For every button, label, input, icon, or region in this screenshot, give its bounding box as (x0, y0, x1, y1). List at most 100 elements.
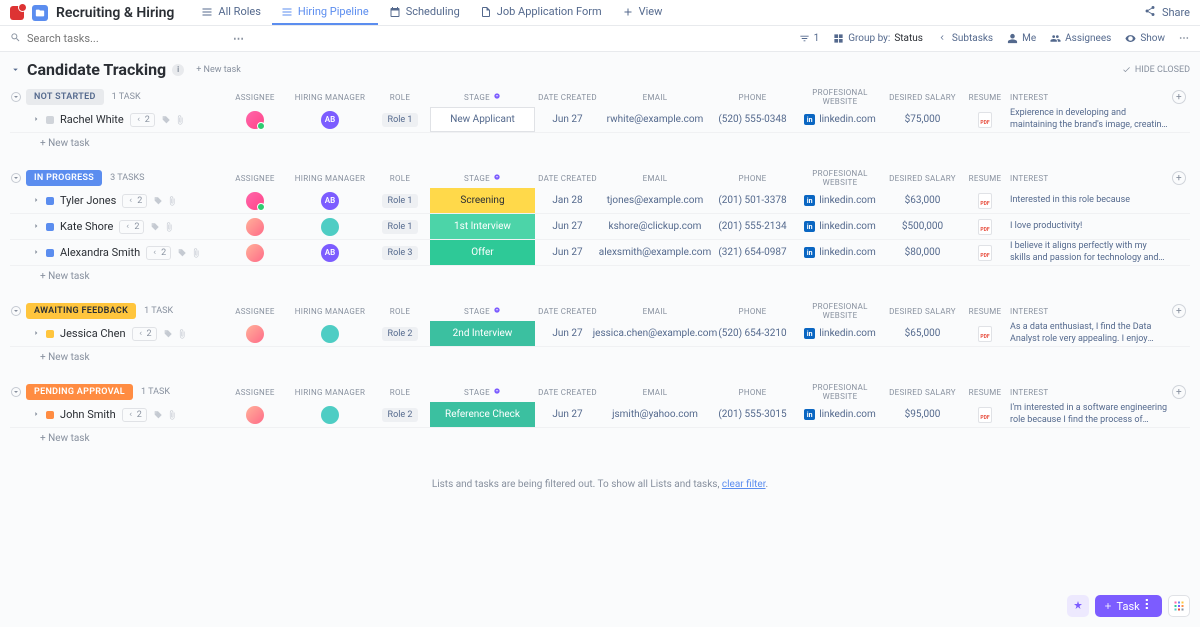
search-options-icon[interactable]: ⋯ (233, 32, 245, 45)
subtask-count[interactable]: 2 (122, 194, 147, 208)
tag-icon[interactable] (161, 115, 171, 125)
subtasks-button[interactable]: Subtasks (937, 33, 993, 44)
hide-closed-button[interactable]: HIDE CLOSED (1122, 65, 1190, 75)
cell-hiring-manager[interactable]: AB (290, 107, 370, 132)
col-stage[interactable]: STAGE (430, 92, 535, 102)
col-stage[interactable]: STAGE (430, 306, 535, 316)
tab-all-roles[interactable]: All Roles (192, 0, 270, 25)
status-pill[interactable]: NOT STARTED (26, 89, 104, 105)
share-button[interactable]: Share (1162, 6, 1190, 19)
col-stage[interactable]: STAGE (430, 387, 535, 397)
me-button[interactable]: Me (1007, 33, 1036, 44)
subtask-count[interactable]: 2 (146, 246, 171, 260)
subtask-count[interactable]: 2 (130, 113, 155, 127)
add-column-button[interactable]: + (1172, 385, 1186, 399)
collapse-group-icon[interactable] (10, 91, 22, 103)
add-column-button[interactable]: + (1172, 304, 1186, 318)
table-row[interactable]: Alexandra Smith 2 AB Role 3 Offer Jun 27… (10, 240, 1190, 266)
cell-hiring-manager[interactable] (290, 402, 370, 427)
cell-stage[interactable]: 2nd Interview (430, 321, 535, 346)
cell-assignee[interactable] (220, 188, 290, 213)
add-task-button[interactable]: + New task (10, 347, 1190, 368)
cell-hiring-manager[interactable]: AB (290, 240, 370, 265)
cell-role[interactable]: Role 1 (370, 107, 430, 132)
subtask-count[interactable]: 2 (132, 327, 157, 341)
more-options-icon[interactable]: ⋯ (1179, 33, 1190, 44)
expand-row-icon[interactable] (32, 327, 40, 340)
cell-email[interactable]: alexsmith@example.com (600, 240, 710, 265)
cell-role[interactable]: Role 2 (370, 402, 430, 427)
table-row[interactable]: Kate Shore 2 Role 1 1st Interview Jun 27… (10, 214, 1190, 240)
table-row[interactable]: Jessica Chen 2 Role 2 2nd Interview Jun … (10, 321, 1190, 347)
new-task-fab[interactable]: Task ⠇ (1095, 595, 1162, 617)
task-name[interactable]: Alexandra Smith (60, 246, 140, 259)
cell-phone[interactable]: (201) 501-3378 (710, 188, 795, 213)
add-column-button[interactable]: + (1172, 90, 1186, 104)
cell-role[interactable]: Role 2 (370, 321, 430, 346)
cell-stage[interactable]: Offer (430, 240, 535, 265)
cell-assignee[interactable] (220, 214, 290, 239)
cell-resume[interactable] (960, 107, 1010, 132)
show-button[interactable]: Show (1125, 33, 1165, 44)
task-name[interactable]: Jessica Chen (60, 327, 126, 340)
cell-website[interactable]: inlinkedin.com (795, 240, 885, 265)
attach-icon[interactable] (177, 329, 187, 339)
cell-email[interactable]: jsmith@yahoo.com (600, 402, 710, 427)
cell-website[interactable]: inlinkedin.com (795, 402, 885, 427)
expand-row-icon[interactable] (32, 246, 40, 259)
collapse-group-icon[interactable] (10, 305, 22, 317)
status-pill[interactable]: AWAITING FEEDBACK (26, 303, 136, 319)
cell-phone[interactable]: (520) 555-0348 (710, 107, 795, 132)
add-column-button[interactable]: + (1172, 171, 1186, 185)
cell-role[interactable]: Role 1 (370, 188, 430, 213)
expand-row-icon[interactable] (32, 194, 40, 207)
col-stage[interactable]: STAGE (430, 173, 535, 183)
assignees-button[interactable]: Assignees (1050, 33, 1111, 44)
cell-resume[interactable] (960, 402, 1010, 427)
cell-stage[interactable]: 1st Interview (430, 214, 535, 239)
collapse-group-icon[interactable] (10, 386, 22, 398)
cell-phone[interactable]: (201) 555-2134 (710, 214, 795, 239)
status-pill[interactable]: IN PROGRESS (26, 170, 102, 186)
cell-hiring-manager[interactable] (290, 214, 370, 239)
tab-hiring-pipeline[interactable]: Hiring Pipeline (272, 0, 378, 25)
subtask-count[interactable]: 2 (119, 220, 144, 234)
status-pill[interactable]: PENDING APPROVAL (26, 384, 133, 400)
cell-assignee[interactable] (220, 107, 290, 132)
cell-assignee[interactable] (220, 402, 290, 427)
tab-add-view[interactable]: View (613, 0, 672, 25)
cell-phone[interactable]: (201) 555-3015 (710, 402, 795, 427)
cell-phone[interactable]: (321) 654-0987 (710, 240, 795, 265)
expand-row-icon[interactable] (32, 220, 40, 233)
add-task-button[interactable]: + New task (10, 266, 1190, 287)
tab-scheduling[interactable]: Scheduling (380, 0, 469, 25)
table-row[interactable]: John Smith 2 Role 2 Reference Check Jun … (10, 402, 1190, 428)
cell-resume[interactable] (960, 321, 1010, 346)
cell-email[interactable]: tjones@example.com (600, 188, 710, 213)
task-name[interactable]: Kate Shore (60, 220, 113, 233)
folder-icon[interactable] (32, 5, 48, 21)
add-task-button[interactable]: + New task (10, 133, 1190, 154)
task-name[interactable]: Tyler Jones (60, 194, 116, 207)
tag-icon[interactable] (163, 329, 173, 339)
info-icon[interactable]: i (172, 64, 184, 76)
attach-icon[interactable] (164, 222, 174, 232)
cell-role[interactable]: Role 3 (370, 240, 430, 265)
ai-button[interactable] (1067, 595, 1089, 617)
tag-icon[interactable] (177, 248, 187, 258)
add-task-button[interactable]: + New task (10, 428, 1190, 449)
cell-phone[interactable]: (520) 654-3210 (710, 321, 795, 346)
cell-assignee[interactable] (220, 321, 290, 346)
notification-icon[interactable] (10, 6, 24, 20)
cell-hiring-manager[interactable] (290, 321, 370, 346)
cell-hiring-manager[interactable]: AB (290, 188, 370, 213)
expand-row-icon[interactable] (32, 408, 40, 421)
tag-icon[interactable] (153, 410, 163, 420)
cell-website[interactable]: inlinkedin.com (795, 188, 885, 213)
subtask-count[interactable]: 2 (122, 408, 147, 422)
cell-stage[interactable]: New Applicant (430, 107, 535, 132)
expand-row-icon[interactable] (32, 113, 40, 126)
collapse-list-icon[interactable] (10, 64, 21, 75)
group-by-button[interactable]: Group by: Status (833, 33, 923, 44)
filter-button[interactable]: 1 (799, 33, 820, 44)
